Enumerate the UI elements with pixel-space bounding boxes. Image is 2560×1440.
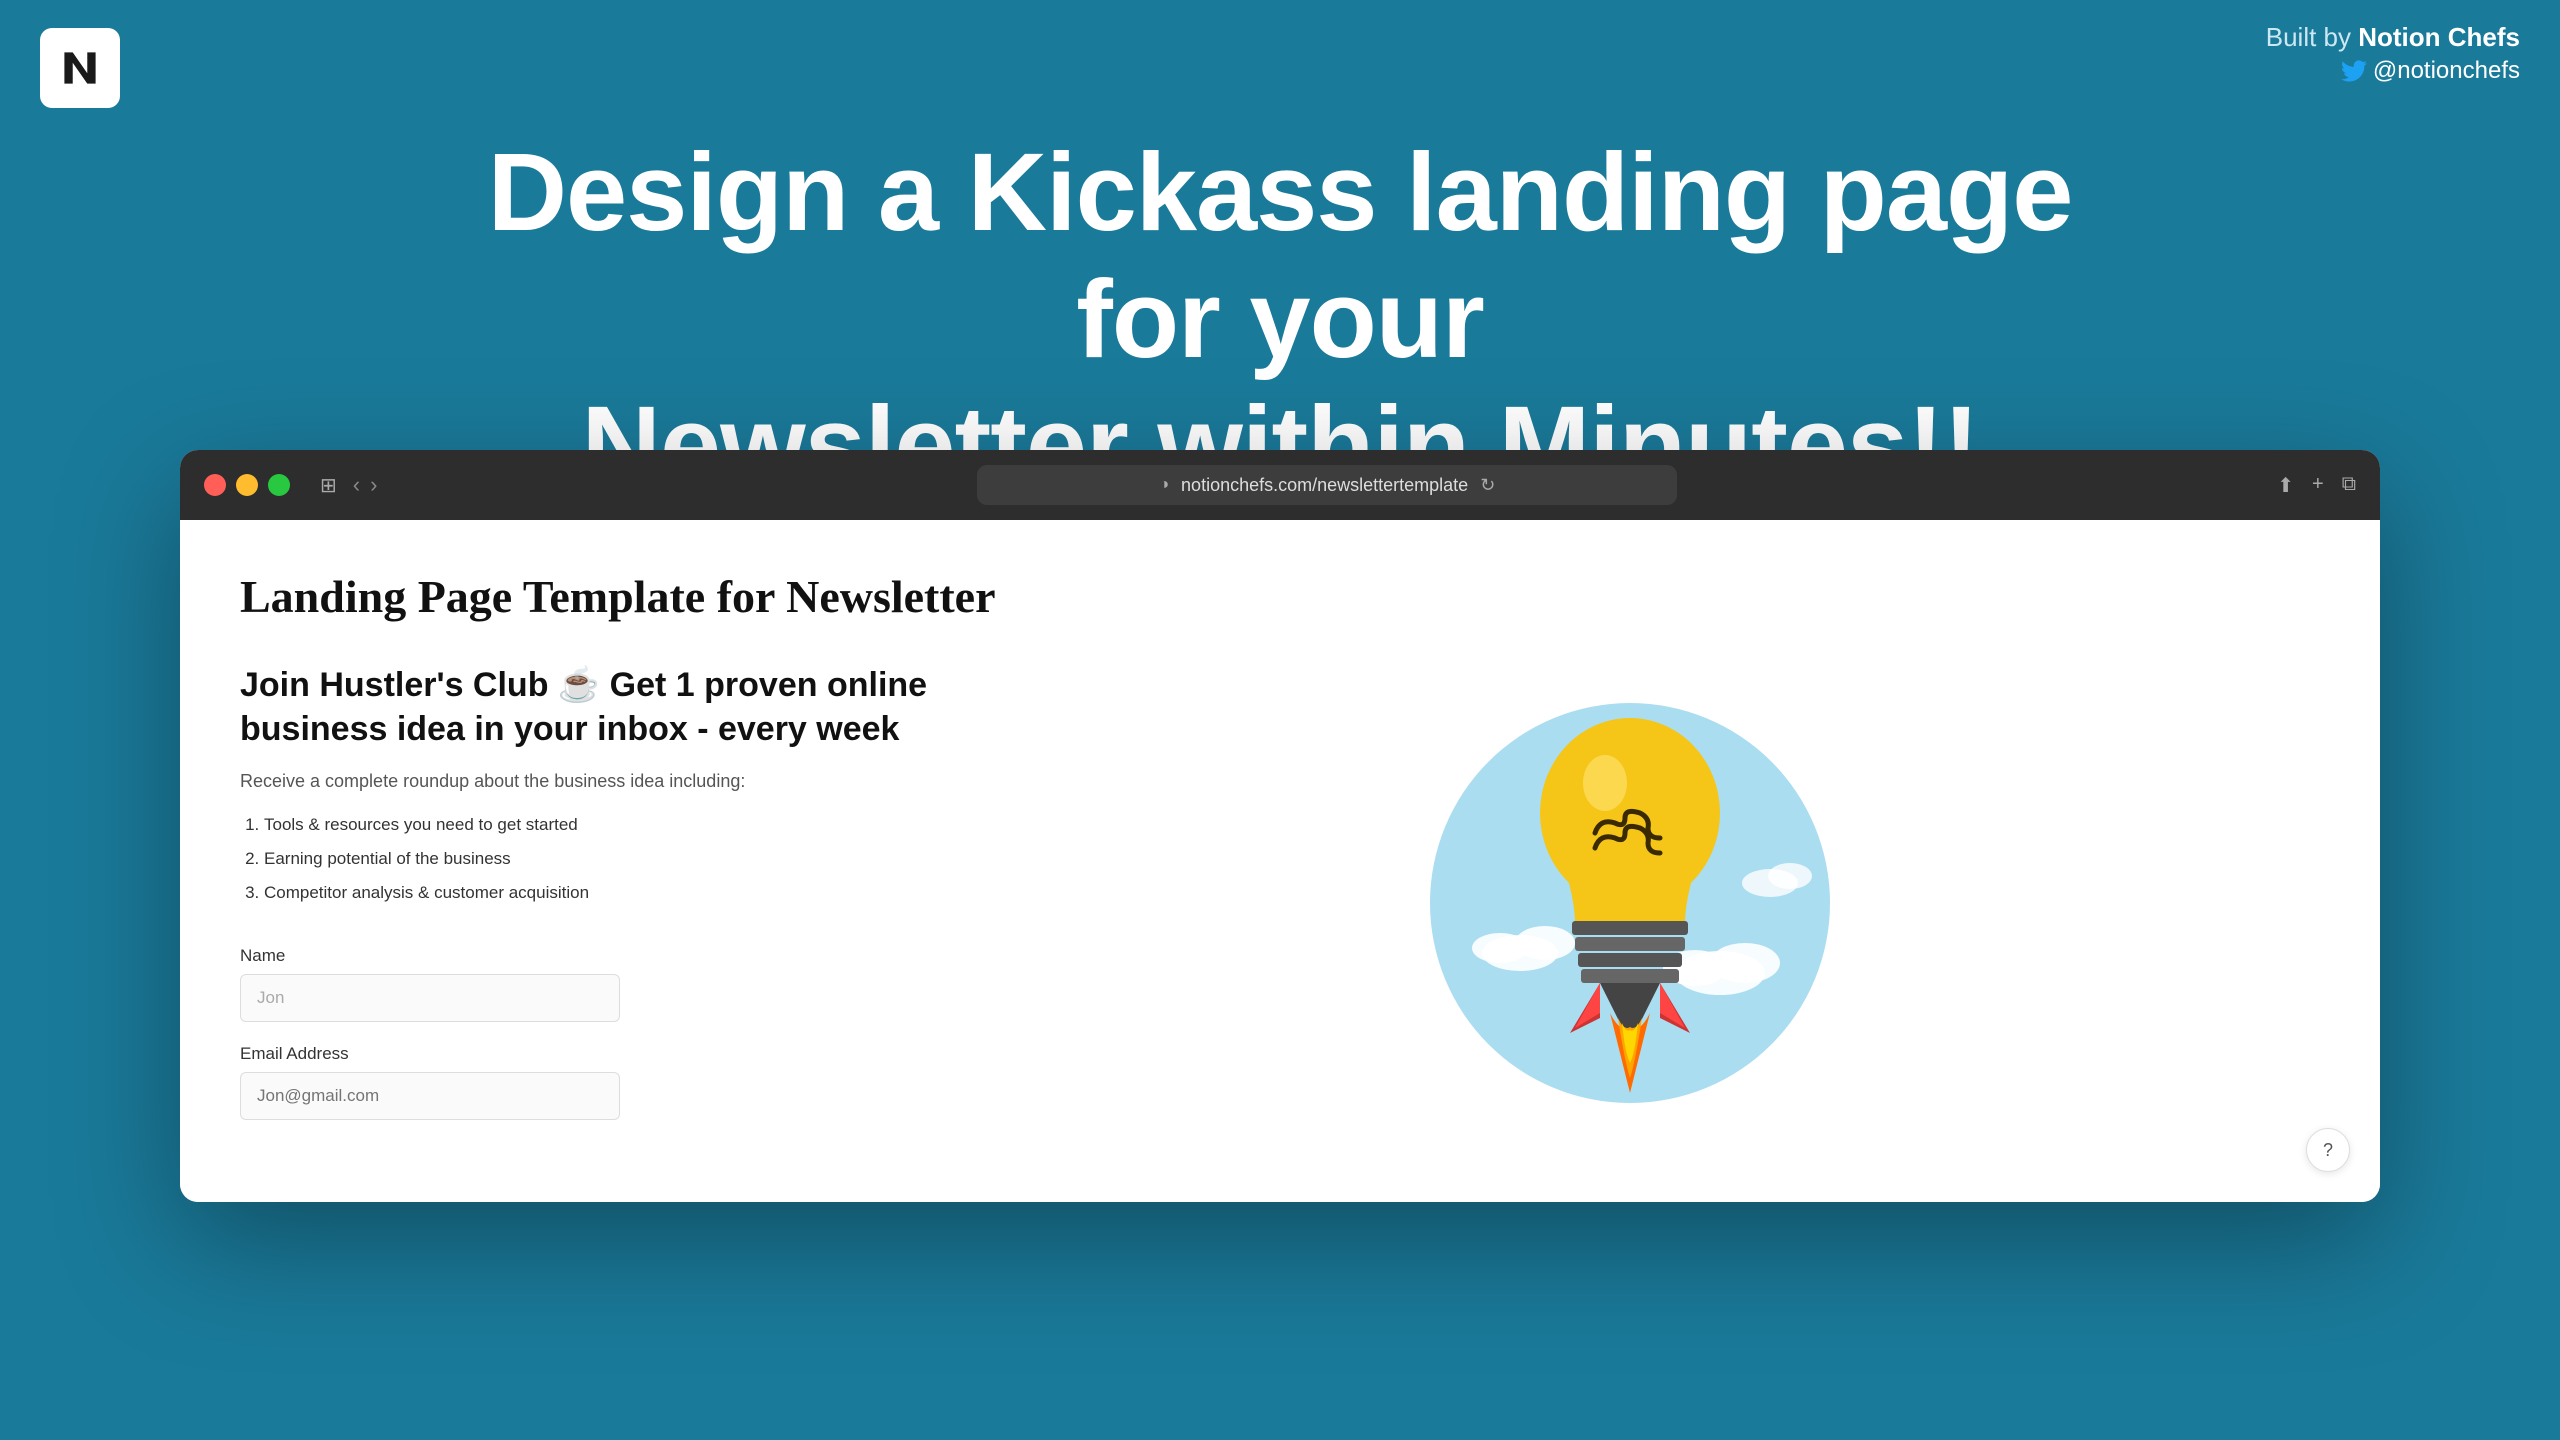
list-item: Earning potential of the business bbox=[264, 842, 940, 876]
browser-content: Landing Page Template for Newsletter Joi… bbox=[180, 520, 2380, 1202]
notion-icon bbox=[54, 42, 106, 94]
lightbulb-illustration bbox=[1400, 663, 1860, 1103]
sidebar-toggle-button[interactable]: ⊞ bbox=[320, 473, 337, 498]
name-label: Name bbox=[240, 946, 940, 966]
email-label: Email Address bbox=[240, 1044, 940, 1064]
list-item: Competitor analysis & customer acquisiti… bbox=[264, 876, 940, 910]
illustration bbox=[1400, 663, 1860, 1103]
traffic-light-yellow[interactable] bbox=[236, 474, 258, 496]
address-bar-wrap: ◑ notionchefs.com/newslettertemplate ↻ bbox=[393, 465, 2261, 505]
add-tab-button[interactable]: + bbox=[2312, 473, 2324, 498]
right-column bbox=[940, 663, 2320, 1103]
forward-button[interactable]: › bbox=[370, 472, 377, 498]
url-text: notionchefs.com/newslettertemplate bbox=[1181, 475, 1468, 496]
built-by-text: Built by Notion Chefs bbox=[2266, 22, 2520, 53]
twitter-icon bbox=[2341, 58, 2367, 84]
email-input[interactable] bbox=[240, 1072, 620, 1120]
browser-mockup: ⊞ ‹ › ◑ notionchefs.com/newslettertempla… bbox=[180, 450, 2380, 1202]
nav-buttons: ‹ › bbox=[353, 472, 378, 498]
twitter-handle[interactable]: @notionchefs bbox=[2266, 57, 2520, 85]
newsletter-list: Tools & resources you need to get starte… bbox=[264, 808, 940, 910]
browser-actions: ⬆ + ⧉ bbox=[2277, 473, 2356, 498]
traffic-lights bbox=[204, 474, 290, 496]
notion-logo bbox=[40, 28, 120, 108]
traffic-light-green[interactable] bbox=[268, 474, 290, 496]
newsletter-description: Receive a complete roundup about the bus… bbox=[240, 771, 940, 792]
share-button[interactable]: ⬆ bbox=[2277, 473, 2294, 498]
browser-chrome: ⊞ ‹ › ◑ notionchefs.com/newslettertempla… bbox=[180, 450, 2380, 520]
left-column: Join Hustler's Club ☕ Get 1 proven onlin… bbox=[240, 663, 940, 1142]
email-form-group: Email Address bbox=[240, 1044, 940, 1120]
list-item: Tools & resources you need to get starte… bbox=[264, 808, 940, 842]
windows-button[interactable]: ⧉ bbox=[2342, 473, 2356, 498]
name-form-group: Name bbox=[240, 946, 940, 1022]
traffic-light-red[interactable] bbox=[204, 474, 226, 496]
refresh-button[interactable]: ↻ bbox=[1480, 475, 1495, 496]
shield-icon: ◑ bbox=[1159, 476, 1169, 494]
name-input[interactable] bbox=[240, 974, 620, 1022]
content-body: Join Hustler's Club ☕ Get 1 proven onlin… bbox=[240, 663, 2320, 1142]
address-bar[interactable]: ◑ notionchefs.com/newslettertemplate ↻ bbox=[977, 465, 1677, 505]
page-title: Landing Page Template for Newsletter bbox=[240, 570, 2320, 623]
back-button[interactable]: ‹ bbox=[353, 472, 360, 498]
top-right-branding: Built by Notion Chefs @notionchefs bbox=[2266, 22, 2520, 85]
newsletter-heading: Join Hustler's Club ☕ Get 1 proven onlin… bbox=[240, 663, 940, 751]
